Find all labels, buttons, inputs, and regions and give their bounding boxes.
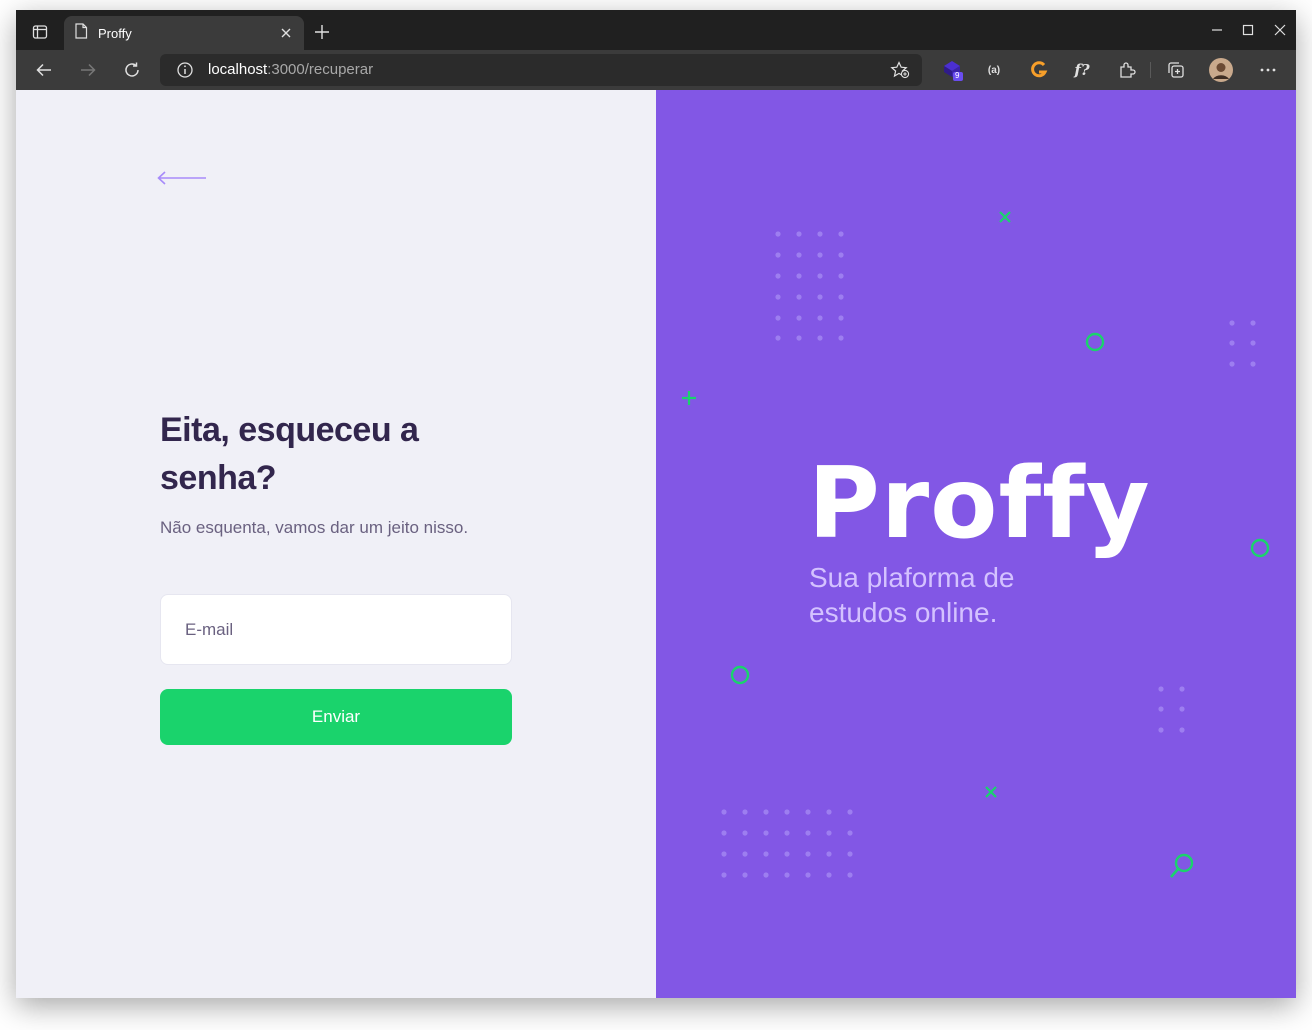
cross-decoration-icon (985, 786, 997, 798)
magnifier-decoration-icon (1170, 853, 1194, 878)
email-field[interactable] (160, 594, 512, 665)
submit-button[interactable]: Enviar (160, 689, 512, 745)
new-tab-icon[interactable] (310, 20, 334, 44)
extension-icon[interactable]: (a) (980, 56, 1008, 84)
page-subtitle: Não esquenta, vamos dar um jeito nisso. (160, 518, 469, 537)
browser-toolbar: localhost:3000/recuperar 9 (a) f? (16, 50, 1296, 90)
circle-decoration-icon (1250, 538, 1270, 558)
close-window-icon[interactable] (1266, 18, 1294, 42)
more-icon[interactable] (1254, 56, 1282, 84)
close-tab-icon[interactable] (278, 25, 294, 41)
tab-title: Proffy (98, 25, 132, 41)
tab-strip: Proffy (16, 10, 1296, 50)
info-icon[interactable] (176, 61, 194, 83)
circle-decoration-icon (730, 665, 750, 685)
brand-tagline: Sua plaforma de estudos online. (809, 562, 1015, 628)
minimize-icon[interactable] (1203, 18, 1231, 42)
back-arrow-icon[interactable] (156, 168, 208, 188)
extension-badge: 9 (955, 71, 960, 80)
form-panel: Eita, esqueceu a senha? Não esquenta, va… (16, 90, 656, 998)
page-content: Eita, esqueceu a senha? Não esquenta, va… (16, 90, 1296, 998)
circle-decoration-icon (1085, 332, 1105, 352)
page-icon (74, 23, 88, 43)
forward-icon[interactable] (74, 56, 102, 84)
refresh-icon[interactable] (118, 56, 146, 84)
tab-actions-icon[interactable] (26, 20, 54, 44)
url-path: :3000/recuperar (267, 61, 374, 78)
address-bar[interactable]: localhost:3000/recuperar (160, 54, 922, 86)
extension-label: f? (1074, 61, 1090, 79)
cross-decoration-icon (999, 211, 1011, 223)
brand-logo: Proffy (808, 447, 1151, 561)
dot-grid-decoration (1158, 686, 1185, 733)
back-icon[interactable] (30, 56, 58, 84)
toolbar-divider (1150, 62, 1151, 78)
maximize-icon[interactable] (1234, 18, 1262, 42)
active-tab[interactable]: Proffy (64, 16, 304, 50)
plus-decoration-icon (682, 391, 696, 405)
url-text: localhost:3000/recuperar (208, 61, 373, 78)
dot-grid-decoration (775, 231, 844, 341)
browser-window: Proffy localhost:3000/recuperar 9 (a) f?… (16, 10, 1296, 998)
extension-icon[interactable] (1025, 56, 1053, 84)
page-title: Eita, esqueceu a senha? (160, 411, 419, 497)
collections-icon[interactable] (1162, 56, 1190, 84)
extension-icon[interactable]: f? (1068, 56, 1096, 84)
profile-avatar[interactable] (1207, 56, 1235, 84)
extension-label: (a) (987, 64, 1001, 76)
extensions-icon[interactable] (1113, 56, 1141, 84)
dot-grid-decoration (1229, 320, 1256, 367)
add-favorite-icon[interactable] (890, 61, 910, 83)
extension-icon[interactable]: 9 (938, 56, 966, 84)
brand-panel: Proffy Sua plaforma de estudos online. (656, 90, 1296, 998)
dot-grid-decoration (721, 809, 853, 878)
url-host: localhost (208, 61, 268, 78)
